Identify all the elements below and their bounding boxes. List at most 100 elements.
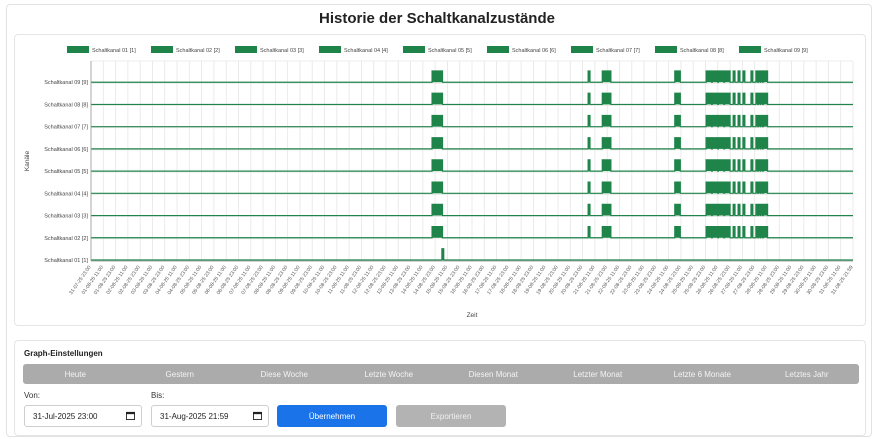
calendar-icon[interactable]: [253, 411, 262, 420]
channel-on-block: [763, 226, 768, 238]
channel-on-block: [712, 115, 718, 127]
channel-on-block: [763, 115, 768, 127]
channel-on-block: [718, 182, 724, 194]
chart-card: Schaltkanal 01 [1] Schaltkanal 02 [2] Scha…: [14, 34, 866, 326]
channel-on-block: [602, 71, 611, 83]
export-button[interactable]: Exportieren: [396, 405, 506, 427]
legend-label: Schaltkanal 01 [1]: [92, 48, 136, 54]
legend-swatch: [655, 46, 677, 53]
y-tick-label: Schaltkanal 08 [8]: [44, 102, 88, 108]
channel-on-block: [706, 204, 712, 216]
channel-on-block: [724, 182, 731, 194]
channel-on-block: [432, 226, 443, 238]
channel-on-block: [718, 115, 724, 127]
channel-on-block: [763, 182, 768, 194]
y-tick-label: Schaltkanal 04 [4]: [44, 191, 88, 197]
range-button-last-week[interactable]: Letzte Woche: [337, 370, 442, 379]
channel-on-block: [674, 137, 681, 149]
channel-on-block: [674, 115, 681, 127]
channel-on-block: [706, 182, 712, 194]
channel-on-block: [763, 204, 768, 216]
range-button-last-6-months[interactable]: Letzte 6 Monate: [650, 370, 755, 379]
to-datetime-value: 31-Aug-2025 21:59: [160, 411, 229, 421]
page-title: Historie der Schaltkanalzustände: [319, 10, 555, 27]
range-button-this-month[interactable]: Diesen Monat: [441, 370, 546, 379]
channel-on-block: [763, 159, 768, 172]
channel-on-block: [712, 71, 718, 83]
legend-swatch: [571, 46, 593, 53]
legend-swatch: [487, 46, 509, 53]
channel-on-block: [724, 137, 731, 149]
from-datetime-input[interactable]: 31-Jul-2025 23:00: [24, 405, 142, 427]
legend-label: Schaltkanal 03 [3]: [260, 48, 304, 54]
legend-label: Schaltkanal 09 [9]: [764, 48, 808, 54]
legend-label: Schaltkanal 02 [2]: [176, 48, 220, 54]
y-tick-label: Schaltkanal 05 [5]: [44, 169, 88, 175]
y-tick-label: Schaltkanal 07 [7]: [44, 125, 88, 131]
channel-on-block: [432, 137, 443, 149]
legend-swatch: [235, 46, 257, 53]
channel-on-block: [432, 93, 443, 105]
range-button-this-week[interactable]: Diese Woche: [232, 370, 337, 379]
to-label: Bis:: [151, 391, 165, 400]
channel-on-block: [706, 226, 712, 238]
to-datetime-input[interactable]: 31-Aug-2025 21:59: [151, 405, 269, 427]
legend-swatch: [403, 46, 425, 53]
channel-on-block: [712, 93, 718, 105]
channel-on-block: [602, 204, 611, 216]
channel-on-block: [712, 137, 718, 149]
range-button-last-month[interactable]: Letzter Monat: [546, 370, 651, 379]
channel-on-block: [763, 137, 768, 149]
legend-label: Schaltkanal 06 [6]: [512, 48, 556, 54]
channel-on-block: [432, 71, 443, 83]
range-button-today[interactable]: Heute: [23, 370, 128, 379]
y-tick-label: Schaltkanal 02 [2]: [44, 236, 88, 242]
x-axis-title: Zeit: [467, 312, 478, 319]
channel-on-block: [763, 71, 768, 83]
channel-on-block: [602, 137, 611, 149]
y-tick-label: Schaltkanal 06 [6]: [44, 147, 88, 153]
legend-label: Schaltkanal 05 [5]: [428, 48, 472, 54]
channel-history-chart: Schaltkanal 01 [1] Schaltkanal 02 [2] Scha…: [24, 46, 855, 319]
y-tick-label: Schaltkanal 09 [9]: [44, 80, 88, 86]
channel-on-block: [432, 204, 443, 216]
range-button-last-year[interactable]: Letztes Jahr: [755, 370, 860, 379]
channel-on-block: [432, 159, 443, 172]
channel-on-block: [712, 226, 718, 238]
channel-on-block: [674, 226, 681, 238]
channel-on-block: [602, 93, 611, 105]
channel-on-block: [718, 204, 724, 216]
y-tick-label: Schaltkanal 03 [3]: [44, 214, 88, 220]
channel-on-block: [706, 71, 712, 83]
chart-legend: Schaltkanal 01 [1] Schaltkanal 02 [2] Scha…: [67, 46, 808, 54]
apply-button[interactable]: Übernehmen: [277, 405, 387, 427]
channel-on-block: [602, 159, 611, 172]
y-tick-label: Schaltkanal 01 [1]: [44, 258, 88, 264]
legend-swatch: [739, 46, 761, 53]
channel-on-block: [718, 159, 724, 172]
graph-settings-panel: Graph-Einstellungen Heute Gestern Diese …: [14, 340, 866, 436]
channel-on-block: [674, 93, 681, 105]
channel-on-block: [674, 182, 681, 194]
from-label: Von:: [24, 391, 41, 400]
channel-on-block: [674, 204, 681, 216]
channel-on-block: [724, 115, 731, 127]
channel-on-block: [674, 159, 681, 172]
channel-on-block: [602, 115, 611, 127]
legend-label: Schaltkanal 08 [8]: [680, 48, 724, 54]
legend-label: Schaltkanal 07 [7]: [596, 48, 640, 54]
channel-on-block: [432, 182, 443, 194]
channel-on-block: [712, 159, 718, 172]
channel-on-block: [724, 93, 731, 105]
y-axis-title: Kanäle: [24, 151, 31, 172]
legend-swatch: [319, 46, 341, 53]
channel-on-block: [712, 182, 718, 194]
calendar-icon[interactable]: [126, 411, 135, 420]
channel-on-block: [706, 93, 712, 105]
channel-on-block: [432, 115, 443, 127]
channel-on-block: [718, 93, 724, 105]
channel-on-block: [763, 93, 768, 105]
channel-on-block: [718, 226, 724, 238]
range-button-yesterday[interactable]: Gestern: [128, 370, 233, 379]
legend-swatch: [151, 46, 173, 53]
